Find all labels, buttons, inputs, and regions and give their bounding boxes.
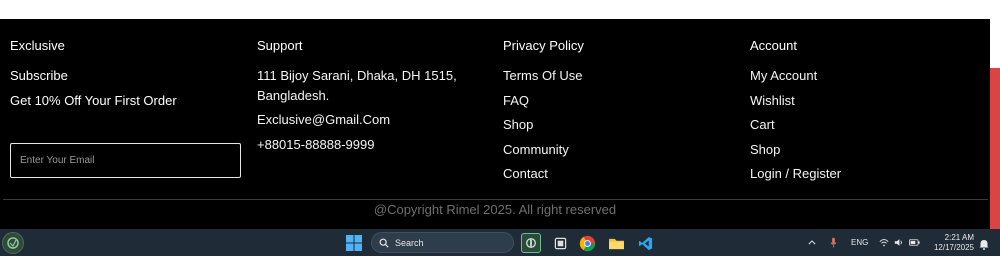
footer-column-exclusive: Exclusive Subscribe Get 10% Off Your Fir…	[10, 38, 241, 178]
footer-privacy-title: Privacy Policy	[503, 38, 584, 53]
footer-account-title: Account	[750, 38, 797, 53]
link-cart[interactable]: Cart	[750, 117, 775, 133]
footer-divider	[3, 199, 988, 200]
footer-exclusive-title: Exclusive	[10, 38, 65, 53]
page-top-strip	[0, 0, 1000, 19]
email-subscribe-box	[10, 143, 241, 178]
system-tray-status[interactable]	[879, 229, 920, 256]
show-hidden-icons-chevron-icon[interactable]	[808, 229, 816, 256]
taskbar-clock[interactable]: 2:21 AM 12/17/2025	[930, 233, 974, 253]
link-terms-of-use[interactable]: Terms Of Use	[503, 68, 582, 84]
page-right-edge	[990, 19, 1000, 68]
wifi-icon	[879, 239, 889, 247]
file-explorer-icon[interactable]	[606, 233, 626, 253]
speaker-icon	[894, 239, 902, 246]
taskbar-search-box[interactable]: Search	[371, 232, 514, 253]
copyright-text: @Copyright Rimel 2025. All right reserve…	[373, 202, 617, 217]
link-shop-privacy[interactable]: Shop	[503, 117, 533, 133]
vscode-icon[interactable]	[635, 233, 655, 253]
link-community[interactable]: Community	[503, 142, 569, 158]
footer-column-account: Account My Account Wishlist Cart Shop Lo…	[750, 38, 841, 181]
notes-icon[interactable]	[550, 233, 570, 253]
notification-bell-icon[interactable]	[979, 237, 989, 250]
battery-icon	[909, 239, 920, 246]
email-input[interactable]	[20, 155, 230, 166]
language-indicator[interactable]: ENG	[851, 229, 868, 256]
footer-column-privacy: Privacy Policy Terms Of Use FAQ Shop Com…	[503, 38, 584, 181]
chrome-icon[interactable]	[577, 233, 597, 253]
windows-start-icon[interactable]	[346, 235, 362, 251]
app-icon[interactable]	[521, 233, 541, 253]
support-phone-link[interactable]: +88015-88888-9999	[257, 137, 374, 153]
microphone-icon[interactable]	[830, 229, 837, 256]
accent-red-bar	[990, 68, 1000, 229]
link-contact[interactable]: Contact	[503, 166, 548, 182]
support-address-line2: Bangladesh.	[257, 88, 330, 103]
clock-date: 12/17/2025	[933, 243, 974, 252]
support-email-link[interactable]: Exclusive@Gmail.Com	[257, 112, 390, 128]
widgets-icon[interactable]	[2, 232, 24, 254]
link-faq[interactable]: FAQ	[503, 93, 529, 109]
taskbar-search-label: Search	[395, 237, 424, 248]
link-login-register[interactable]: Login / Register	[750, 166, 841, 182]
search-icon	[379, 238, 389, 248]
subscribe-offer-text: Get 10% Off Your First Order	[10, 93, 177, 108]
clock-time: 2:21 AM	[944, 233, 974, 242]
link-wishlist[interactable]: Wishlist	[750, 93, 795, 109]
link-shop-account[interactable]: Shop	[750, 142, 780, 158]
subscribe-heading: Subscribe	[10, 68, 68, 83]
windows-taskbar: Search ENG 2:21 AM 12/17/2025	[0, 229, 1000, 256]
site-footer: Exclusive Subscribe Get 10% Off Your Fir…	[0, 19, 990, 229]
footer-support-title: Support	[257, 38, 303, 53]
footer-column-support: Support 111 Bijoy Sarani, Dhaka, DH 1515…	[257, 38, 457, 152]
support-address-line1: 111 Bijoy Sarani, Dhaka, DH 1515,	[257, 68, 457, 83]
link-my-account[interactable]: My Account	[750, 68, 817, 84]
